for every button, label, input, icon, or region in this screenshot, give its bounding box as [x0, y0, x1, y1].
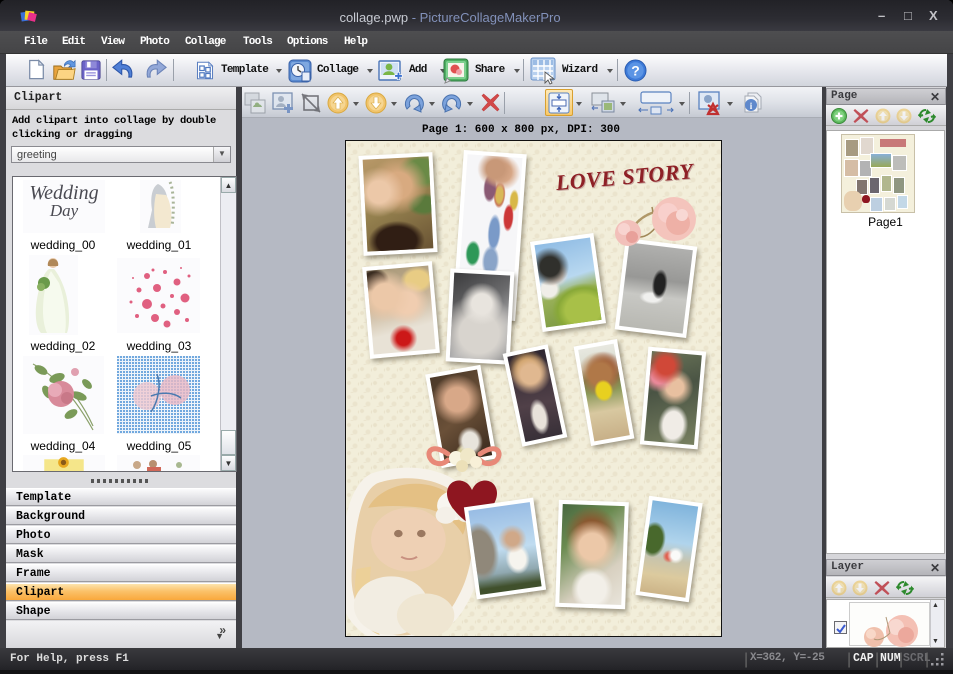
svg-text:?: ? [631, 63, 640, 79]
